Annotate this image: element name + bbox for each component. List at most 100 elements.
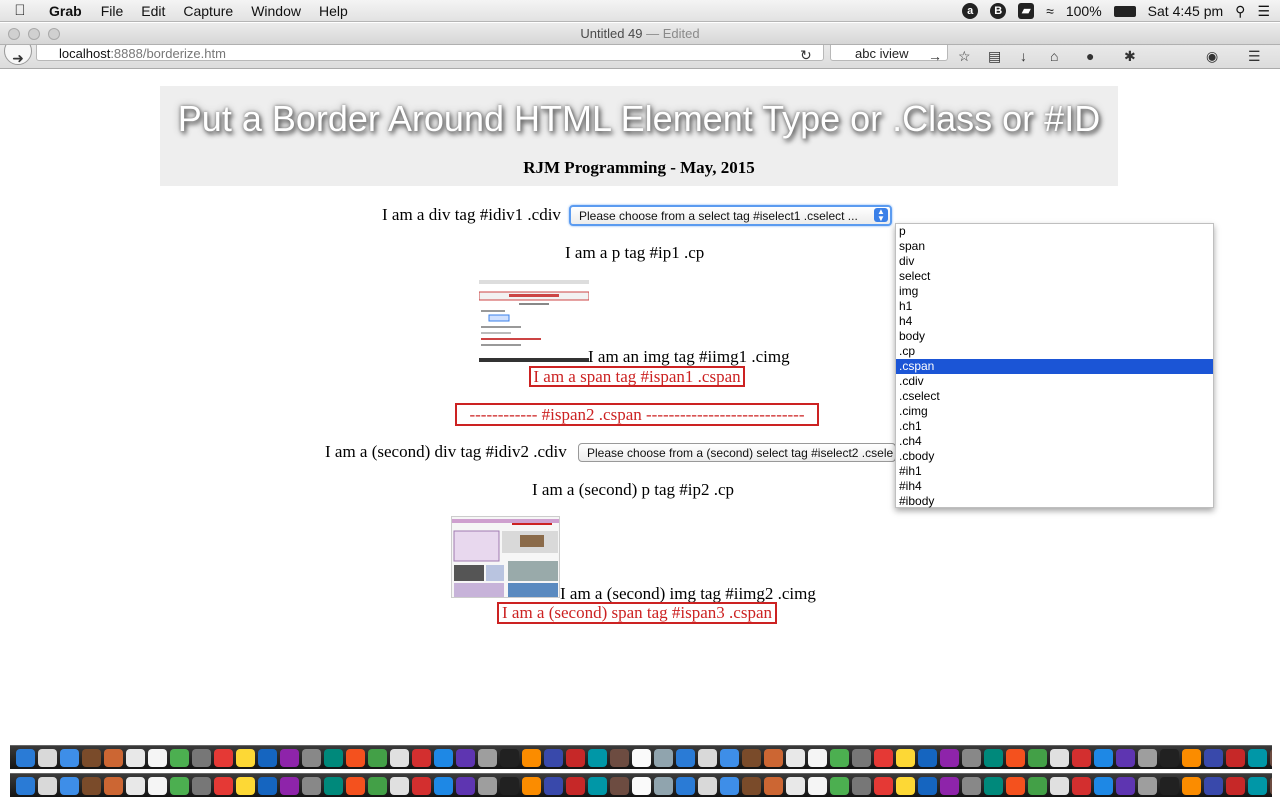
dock-app-icon[interactable] (170, 748, 189, 767)
dock-app-icon[interactable] (940, 748, 959, 767)
dock-app-icon[interactable] (148, 748, 167, 767)
dock-app-icon[interactable] (1248, 776, 1267, 795)
url-bar[interactable]: localhost:8888/borderize.htm (36, 45, 824, 61)
dock-app-icon[interactable] (82, 776, 101, 795)
dock-app-icon[interactable] (1072, 776, 1091, 795)
dock-app-icon[interactable] (478, 748, 497, 767)
dock-app-icon[interactable] (412, 748, 431, 767)
dock-app-icon[interactable] (82, 748, 101, 767)
dock-app-icon[interactable] (544, 776, 563, 795)
dropdown-option[interactable]: span (896, 239, 1213, 254)
close-window-button[interactable] (8, 28, 20, 40)
dropdown-option[interactable]: body (896, 329, 1213, 344)
battery-percent[interactable]: 100% (1066, 3, 1102, 19)
dock-app-icon[interactable] (1094, 748, 1113, 767)
dock-app-icon[interactable] (830, 748, 849, 767)
select1-dropdown[interactable]: Please choose from a select tag #iselect… (569, 205, 892, 226)
menu-file[interactable]: File (92, 3, 133, 19)
menu-capture[interactable]: Capture (174, 3, 242, 19)
dock-app-icon[interactable] (1226, 748, 1245, 767)
reload-icon[interactable]: ↻ (800, 47, 812, 64)
dock-app-icon[interactable] (192, 748, 211, 767)
dock-app-icon[interactable] (1160, 776, 1179, 795)
dock-app-icon[interactable] (214, 748, 233, 767)
dock-app-icon[interactable] (16, 776, 35, 795)
dock-app-icon[interactable] (346, 776, 365, 795)
dock-app-icon[interactable] (1072, 748, 1091, 767)
status-app-icon[interactable]: a (962, 3, 979, 19)
notification-list-icon[interactable]: ☰ (1257, 3, 1270, 20)
dock-app-icon[interactable] (280, 748, 299, 767)
dock-app-icon[interactable] (170, 776, 189, 795)
dropdown-option[interactable]: div (896, 254, 1213, 269)
dock-app-icon[interactable] (346, 748, 365, 767)
dock-app-icon[interactable] (390, 748, 409, 767)
dock-app-icon[interactable] (104, 748, 123, 767)
home-icon[interactable]: ⌂ (1050, 48, 1058, 64)
dock-app-icon[interactable] (1160, 748, 1179, 767)
dock-app-icon[interactable] (302, 748, 321, 767)
dock-app-icon[interactable] (742, 776, 761, 795)
dock-app-icon[interactable] (698, 748, 717, 767)
dock-app-icon[interactable] (852, 776, 871, 795)
dock-app-icon[interactable] (1116, 748, 1135, 767)
zoom-window-button[interactable] (48, 28, 60, 40)
dock-app-icon[interactable] (544, 748, 563, 767)
dock-app-icon[interactable] (742, 748, 761, 767)
hamburger-menu-icon[interactable]: ☰ (1248, 48, 1261, 65)
extension-icon[interactable]: ✱ (1124, 48, 1136, 65)
minimize-window-button[interactable] (28, 28, 40, 40)
dock-app-icon[interactable] (874, 776, 893, 795)
menu-app-name[interactable]: Grab (40, 3, 92, 19)
dock-app-icon[interactable] (1116, 776, 1135, 795)
dock-app-icon[interactable] (654, 776, 673, 795)
search-go-arrow-icon[interactable]: → (928, 48, 942, 64)
dropdown-option[interactable]: h1 (896, 299, 1213, 314)
dock-app-icon[interactable] (1138, 776, 1157, 795)
dock-app-icon[interactable] (1270, 776, 1272, 795)
dock-app-icon[interactable] (764, 776, 783, 795)
dock-app-icon[interactable] (808, 748, 827, 767)
dock-app-icon[interactable] (720, 776, 739, 795)
dock-app-icon[interactable] (610, 776, 629, 795)
dropdown-option[interactable]: .cbody (896, 449, 1213, 464)
dock-app-icon[interactable] (478, 776, 497, 795)
dock-app-icon[interactable] (830, 776, 849, 795)
select1-options-list[interactable]: p span div select img h1 h4 body .cp .cspan .cdiv.… (895, 223, 1214, 508)
dock-app-icon[interactable] (126, 776, 145, 795)
select2-dropdown[interactable]: Please choose from a (second) select tag… (578, 443, 896, 462)
dock-app-icon[interactable] (1006, 776, 1025, 795)
dropdown-option[interactable]: .cspan (896, 359, 1213, 374)
dropdown-option[interactable]: .ch4 (896, 434, 1213, 449)
dock-app-icon[interactable] (786, 776, 805, 795)
dock-app-icon[interactable] (654, 748, 673, 767)
dock-app-icon[interactable] (632, 776, 651, 795)
dock-app-icon[interactable] (368, 748, 387, 767)
dropdown-option[interactable]: .cselect (896, 389, 1213, 404)
dock-app-icon[interactable] (588, 776, 607, 795)
dock-app-icon[interactable] (522, 748, 541, 767)
dock-app-icon[interactable] (60, 776, 79, 795)
chat-icon[interactable]: ◉ (1206, 48, 1218, 65)
dock-app-icon[interactable] (434, 748, 453, 767)
dock-app-icon[interactable] (38, 748, 57, 767)
dock-app-icon[interactable] (1226, 776, 1245, 795)
dock-app-icon[interactable] (1270, 748, 1272, 767)
dock-app-icon[interactable] (390, 776, 409, 795)
menu-help[interactable]: Help (310, 3, 357, 19)
dropdown-option[interactable]: img (896, 284, 1213, 299)
apple-icon[interactable]:  (0, 2, 40, 19)
dropdown-option[interactable]: .cdiv (896, 374, 1213, 389)
dock-app-icon[interactable] (1248, 748, 1267, 767)
dock-app-icon[interactable] (808, 776, 827, 795)
dock-app-icon[interactable] (456, 776, 475, 795)
dropdown-option[interactable]: h4 (896, 314, 1213, 329)
dock-app-icon[interactable] (962, 776, 981, 795)
dock-app-icon[interactable] (984, 776, 1003, 795)
back-arrow-icon[interactable]: ➜ (4, 45, 32, 66)
dock-app-icon[interactable] (324, 776, 343, 795)
dock-app-icon[interactable] (940, 776, 959, 795)
dock-app-icon[interactable] (500, 748, 519, 767)
dock-app-icon[interactable] (412, 776, 431, 795)
wifi-icon[interactable]: ≈ (1046, 3, 1054, 19)
